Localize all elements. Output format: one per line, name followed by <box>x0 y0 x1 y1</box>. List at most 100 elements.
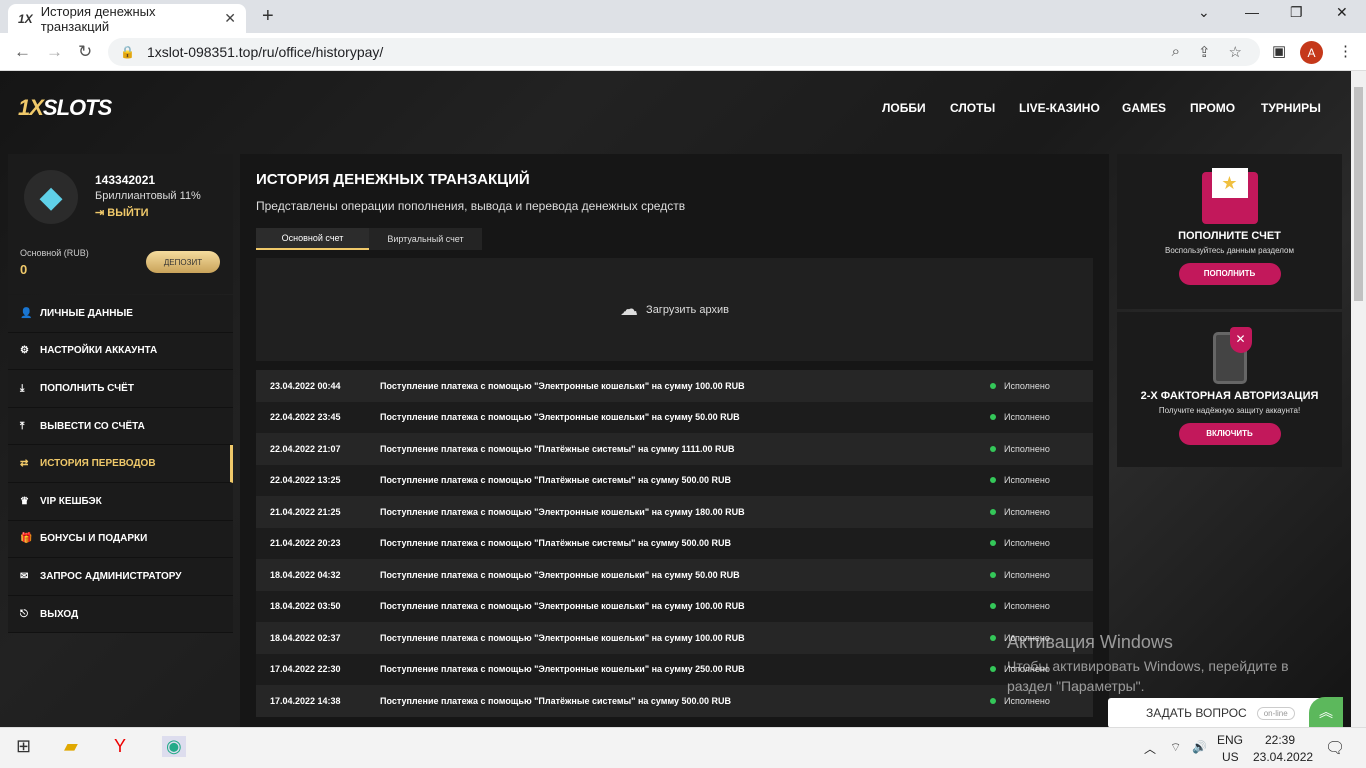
deposit-promo-title: ПОПОЛНИТЕ СЧЕТ <box>1178 230 1281 242</box>
status-dot-icon <box>990 508 996 515</box>
nav-slots[interactable]: СЛОТЫ <box>950 101 995 115</box>
status-dot-icon <box>990 666 996 673</box>
table-row: 22.04.2022 23:45 Поступление платежа с по… <box>256 401 1093 433</box>
table-row: 22.04.2022 21:07 Поступление платежа с по… <box>256 433 1093 465</box>
account-menu: 👤 ЛИЧНЫЕ ДАННЫЕ ⚙ НАСТРОЙКИ АККАУНТА ⤓ ПОПО… <box>8 295 233 634</box>
window-close-icon[interactable]: ✕ <box>1336 4 1348 21</box>
status-dot-icon <box>990 382 996 389</box>
menu-deposit[interactable]: ⤓ ПОПОЛНИТЬ СЧЁТ <box>8 370 233 408</box>
tray-expand-icon[interactable]: ︿ <box>1144 740 1156 757</box>
online-badge: on-line <box>1256 706 1295 720</box>
windows-taskbar: ⊞ ▰ Y ◉ ︿ ⌔ 🔊 ENG US 22:39 23.04.2022 🗨 <box>0 727 1366 768</box>
ask-question-widget[interactable]: ЗАДАТЬ ВОПРОС on-line <box>1108 698 1342 728</box>
status-dot-icon <box>990 414 996 421</box>
tab-main-account[interactable]: Основной счет <box>256 228 369 250</box>
chrome-icon[interactable]: ◉ <box>162 736 186 757</box>
menu-vip-cashback[interactable]: ♛ VIP КЕШБЭК <box>8 482 233 521</box>
twofa-card: ✕ 2-Х ФАКТОРНАЯ АВТОРИЗАЦИЯ Получите над… <box>1117 312 1342 467</box>
file-explorer-icon[interactable]: ▰ <box>64 736 78 757</box>
scrollbar-thumb[interactable] <box>1354 87 1363 301</box>
url-bar[interactable]: 🔒 1xslot-098351.top/ru/office/historypay… <box>108 38 1260 66</box>
new-tab-icon[interactable]: + <box>262 5 274 28</box>
nav-tournaments[interactable]: ТУРНИРЫ <box>1261 101 1321 115</box>
network-icon[interactable]: ⌔ <box>1170 740 1181 755</box>
url-text: 1xslot-098351.top/ru/office/historypay/ <box>146 44 384 60</box>
download-archive-button[interactable]: ☁ Загрузить архив <box>256 258 1093 361</box>
balance-value: 0 <box>20 262 28 277</box>
chevron-up-icon[interactable]: ︽ <box>1309 697 1343 727</box>
twofa-sub: Получите надёжную защиту аккаунта! <box>1158 406 1301 415</box>
menu-transfer-history[interactable]: ⇄ ИСТОРИЯ ПЕРЕВОДОВ <box>8 445 233 483</box>
menu-admin-request[interactable]: ✉ ЗАПРОС АДМИНИСТРАТОРУ <box>8 558 233 596</box>
user-id: 143342021 <box>95 173 156 187</box>
upload-icon: ⤒ <box>20 420 25 432</box>
nav-lobby[interactable]: ЛОББИ <box>882 101 926 115</box>
nav-promo[interactable]: ПРОМО <box>1190 101 1235 115</box>
lang-secondary[interactable]: US <box>1222 750 1239 764</box>
exit-icon: ⎋ <box>20 608 28 620</box>
reload-icon[interactable]: ↻ <box>78 42 92 62</box>
side-panel-icon[interactable]: ▣ <box>1272 42 1286 60</box>
back-icon[interactable]: ← <box>14 42 31 62</box>
windows-start-icon[interactable]: ⊞ <box>16 736 31 757</box>
site-logo[interactable]: 1XSLOTS <box>18 95 112 121</box>
tab-search-icon[interactable]: ⌄ <box>1198 4 1210 21</box>
tab-virtual-account[interactable]: Виртуальный счет <box>369 228 482 250</box>
menu-withdraw[interactable]: ⤒ ВЫВЕСТИ СО СЧЁТА <box>8 407 233 446</box>
table-row: 21.04.2022 20:23 Поступление платежа с по… <box>256 527 1093 559</box>
menu-account-settings[interactable]: ⚙ НАСТРОЙКИ АККАУНТА <box>8 332 233 371</box>
bookmark-star-icon[interactable]: ☆ <box>1229 43 1242 61</box>
deposit-promo-sub: Воспользуйтесь данным разделом <box>1165 246 1294 255</box>
menu-exit[interactable]: ⎋ ВЫХОД <box>8 595 233 634</box>
table-row: 18.04.2022 02:37 Поступление платежа с по… <box>256 622 1093 654</box>
restore-icon[interactable]: ❐ <box>1290 4 1303 21</box>
share-icon[interactable]: ⇪ <box>1198 43 1211 61</box>
transaction-list: 23.04.2022 00:44 Поступление платежа с по… <box>256 370 1093 717</box>
menu-personal-data[interactable]: 👤 ЛИЧНЫЕ ДАННЫЕ <box>8 295 233 333</box>
nav-live-casino[interactable]: LIVE-КАЗИНО <box>1019 101 1100 115</box>
gears-icon: ⚙ <box>20 345 29 357</box>
cloud-download-icon: ☁ <box>620 299 639 319</box>
browser-menu-icon[interactable]: ⋮ <box>1338 42 1353 60</box>
browser-tab[interactable]: 1X История денежных транзакций ✕ <box>8 4 246 34</box>
site-favicon-icon: 1X <box>18 11 33 26</box>
deposit-button[interactable]: ДЕПОЗИТ <box>146 251 220 273</box>
table-row: 21.04.2022 21:25 Поступление платежа с по… <box>256 496 1093 528</box>
clock-date[interactable]: 23.04.2022 <box>1253 750 1313 764</box>
close-tab-icon[interactable]: ✕ <box>224 10 236 27</box>
status-dot-icon <box>990 540 996 547</box>
deposit-promo-card: ★ ПОПОЛНИТЕ СЧЕТ Воспользуйтесь данным р… <box>1117 154 1342 309</box>
crown-icon: ♛ <box>20 495 29 507</box>
status-dot-icon <box>990 571 996 578</box>
table-row: 23.04.2022 00:44 Поступление платежа с по… <box>256 370 1093 402</box>
site-page: 1XSLOTS ЛОББИ СЛОТЫ LIVE-КАЗИНО GAMES ПР… <box>0 71 1351 727</box>
activation-watermark-title: Активация Windows <box>1007 632 1173 652</box>
yandex-browser-icon[interactable]: Y <box>114 736 126 757</box>
phone-shield-icon: ✕ <box>1212 327 1252 384</box>
forward-icon[interactable]: → <box>46 42 63 62</box>
zoom-icon[interactable]: ⌕ <box>1172 43 1180 61</box>
lang-primary[interactable]: ENG <box>1217 733 1243 747</box>
twofa-enable-button[interactable]: ВКЛЮЧИТЬ <box>1178 423 1281 445</box>
notification-icon[interactable]: 🗨 <box>1325 738 1345 758</box>
address-toolbar: ← → ↻ 🔒 1xslot-098351.top/ru/office/hist… <box>0 33 1366 71</box>
logout-link[interactable]: ⇥ ВЫЙТИ <box>95 206 149 219</box>
deposit-promo-button[interactable]: ПОПОЛНИТЬ <box>1178 263 1281 285</box>
user-card: ◆ 143342021 Бриллиантовый 11% ⇥ ВЫЙТИ Ос… <box>8 154 233 294</box>
table-row: 17.04.2022 14:38 Поступление платежа с по… <box>256 685 1093 717</box>
user-level: Бриллиантовый 11% <box>95 190 201 202</box>
account-tabs: Основной счет Виртуальный счет <box>256 228 482 250</box>
volume-icon[interactable]: 🔊 <box>1192 740 1207 754</box>
download-icon: ⤓ <box>20 382 25 394</box>
table-row: 17.04.2022 22:30 Поступление платежа с по… <box>256 653 1093 685</box>
gift-icon: 🎁 <box>20 533 33 545</box>
profile-avatar[interactable]: A <box>1300 41 1323 64</box>
clock-time[interactable]: 22:39 <box>1265 733 1295 747</box>
page-subtitle: Представлены операции пополнения, вывода… <box>256 199 686 213</box>
menu-bonuses[interactable]: 🎁 БОНУСЫ И ПОДАРКИ <box>8 520 233 559</box>
minimize-icon[interactable]: — <box>1245 4 1259 20</box>
nav-games[interactable]: GAMES <box>1122 101 1166 115</box>
diamond-icon: ◆ <box>24 170 78 224</box>
envelope-star-icon: ★ <box>1201 168 1258 224</box>
page-scrollbar[interactable] <box>1351 71 1366 727</box>
